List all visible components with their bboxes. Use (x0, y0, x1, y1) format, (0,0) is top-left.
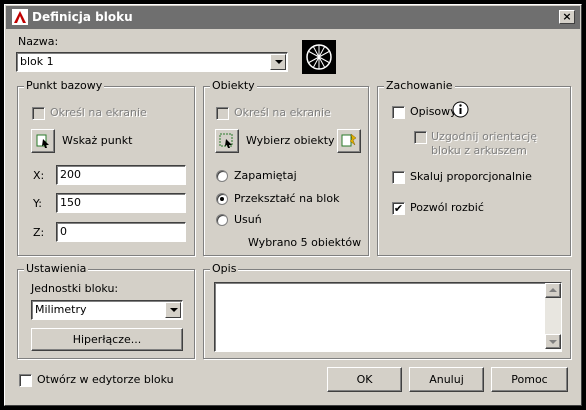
select-objects-icon (219, 133, 233, 148)
pick-point-label: Wskaż punkt (62, 134, 133, 147)
z-label: Z: (33, 226, 45, 239)
autocad-app-icon (12, 9, 28, 25)
delete-radio[interactable] (216, 214, 228, 226)
title-bar[interactable]: Definicja bloku × (6, 6, 580, 29)
chevron-down-icon[interactable] (165, 302, 181, 318)
selected-count-text: Wybrano 5 obiektów (248, 236, 362, 249)
objects-specify-on-screen-checkbox (216, 107, 229, 120)
quick-select-icon (341, 133, 357, 147)
pick-point-button[interactable] (31, 129, 55, 153)
y-coordinate-input[interactable]: 150 (56, 193, 186, 213)
chevron-up-icon (549, 288, 557, 292)
close-icon: × (562, 10, 572, 23)
objects-legend: Obiekty (210, 79, 257, 92)
base-specify-on-screen-checkbox (32, 107, 45, 120)
block-name-combobox[interactable]: blok 1 (16, 52, 288, 72)
open-in-editor-label: Otwórz w edytorze bloku (37, 373, 174, 386)
match-orientation-label-line2: bloku z arkuszem (431, 144, 527, 157)
block-preview-icon (302, 40, 336, 74)
match-orientation-checkbox (414, 131, 427, 144)
match-orientation-label-line1: Uzgodnij orientację (431, 130, 538, 143)
annotative-label: Opisowy (410, 105, 457, 118)
base-specify-on-screen-label: Określ na ekranie (50, 106, 147, 119)
chevron-down-icon (549, 340, 557, 344)
base-point-group: Punkt bazowy Określ na ekranie Wskaż pun… (17, 79, 195, 256)
scroll-down-button[interactable] (545, 334, 561, 349)
allow-exploding-label: Pozwól rozbić (410, 201, 484, 214)
info-icon[interactable] (452, 101, 469, 118)
cancel-button[interactable]: Anuluj (409, 367, 484, 392)
description-group: Opis (203, 262, 571, 359)
objects-group: Obiekty Określ na ekranie Wybierz obiekt… (203, 79, 369, 256)
scale-uniformly-checkbox[interactable] (392, 171, 405, 184)
open-in-editor-checkbox[interactable] (19, 374, 32, 387)
base-point-legend: Punkt bazowy (24, 79, 105, 92)
pick-point-icon (36, 134, 49, 148)
convert-to-block-radio[interactable] (216, 193, 228, 205)
retain-label: Zapamiętaj (234, 169, 297, 182)
objects-specify-on-screen-label: Określ na ekranie (234, 106, 331, 119)
scale-uniformly-label: Skaluj proporcjonalnie (410, 170, 532, 183)
name-label: Nazwa: (18, 35, 59, 48)
description-textarea[interactable] (214, 282, 562, 352)
behavior-legend: Zachowanie (384, 79, 455, 92)
convert-to-block-label: Przekształć na blok (234, 192, 340, 205)
settings-group: Ustawienia Jednostki bloku: Milimetry Hi… (17, 262, 195, 359)
annotative-checkbox[interactable] (392, 106, 405, 119)
y-label: Y: (33, 197, 42, 210)
close-button[interactable]: × (559, 10, 575, 24)
allow-exploding-checkbox[interactable]: ✔ (392, 202, 405, 215)
behavior-group: Zachowanie Opisowy Uzgodnij orientację b… (377, 79, 571, 256)
block-units-value: Milimetry (35, 303, 87, 316)
z-coordinate-input[interactable]: 0 (56, 222, 186, 242)
retain-radio[interactable] (216, 170, 228, 182)
settings-legend: Ustawienia (24, 262, 89, 275)
block-name-value: blok 1 (20, 55, 54, 68)
select-objects-label: Wybierz obiekty (246, 134, 335, 147)
dialog-window: Definicja bloku × Nazwa: blok 1 Punkt ba… (4, 4, 582, 406)
ok-button[interactable]: OK (327, 367, 402, 392)
select-objects-button[interactable] (215, 129, 239, 153)
window-title: Definicja bloku (32, 10, 133, 24)
delete-label: Usuń (234, 213, 262, 226)
scroll-up-button[interactable] (545, 283, 561, 298)
x-coordinate-input[interactable]: 200 (56, 165, 186, 185)
block-units-dropdown[interactable]: Milimetry (31, 300, 183, 320)
help-button[interactable]: Pomoc (491, 367, 568, 392)
description-scrollbar[interactable] (545, 283, 561, 349)
description-legend: Opis (210, 262, 239, 275)
block-units-label: Jednostki bloku: (31, 282, 119, 295)
x-label: X: (33, 169, 45, 182)
chevron-down-icon[interactable] (270, 54, 286, 70)
quick-select-button[interactable] (337, 129, 361, 153)
hyperlink-button[interactable]: Hiperłącze... (31, 328, 183, 351)
check-icon: ✔ (393, 202, 404, 215)
